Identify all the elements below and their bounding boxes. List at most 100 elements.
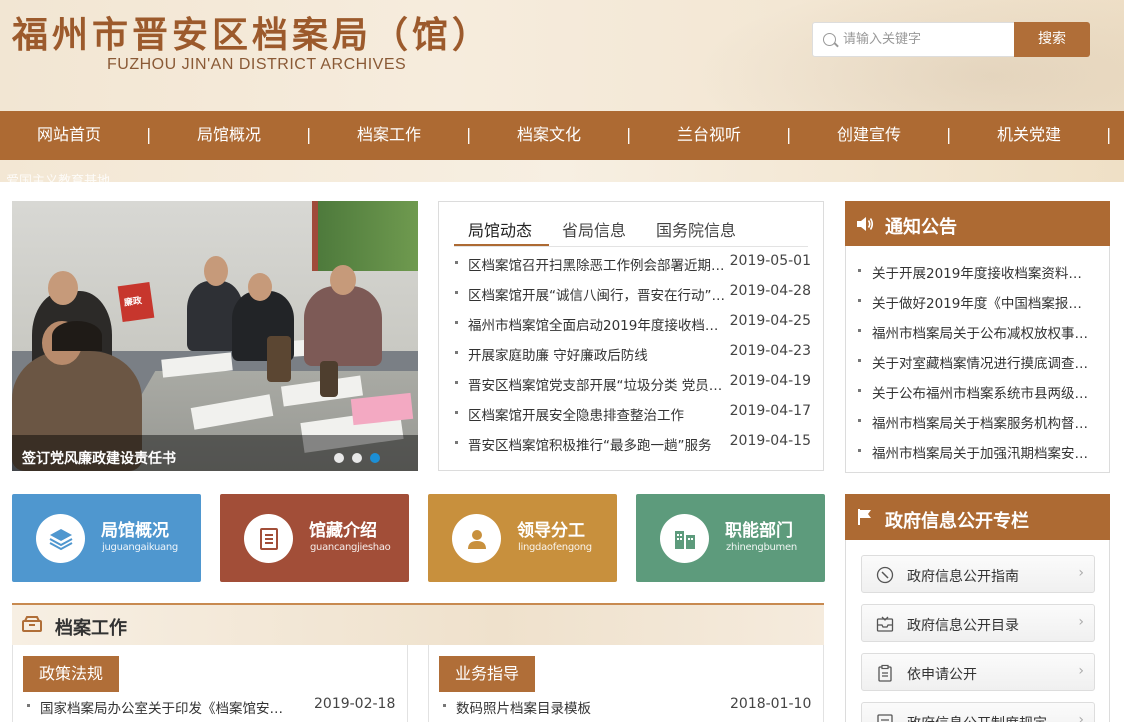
gov-info-apply-button[interactable]: 依申请公开 › (861, 653, 1095, 691)
tile-icon-circle (452, 514, 501, 563)
notice-item[interactable]: 关于做好2019年度《中国档案报》征订工作的通知 (858, 290, 1098, 312)
slide-photo-person (52, 321, 102, 351)
notice-item[interactable]: 福州市档案局关于公布减权放权事项清单的通知 (858, 320, 1098, 342)
policy-item-title[interactable]: 国家档案局办公室关于印发《档案馆安全风险评估规范》的通知 (40, 697, 295, 717)
nav-item-home[interactable]: 网站首页 (4, 111, 134, 160)
notice-item-title[interactable]: 关于做好2019年度《中国档案报》征订工作的通知 (872, 292, 1094, 312)
guidance-item-title[interactable]: 数码照片档案目录模板 (456, 697, 711, 717)
site-subtitle: FUZHOU JIN'AN DISTRICT ARCHIVES (107, 56, 407, 73)
slider-dot-active[interactable] (370, 453, 380, 463)
slide-photo-person (48, 271, 78, 305)
policy-item[interactable]: 国家档案局办公室关于印发《档案馆安全风险评估规范》的通知 2019-02-18 (27, 696, 399, 717)
slide-photo-person (248, 273, 272, 301)
slider-dot[interactable] (352, 453, 362, 463)
news-item[interactable]: 晋安区档案馆党支部开展“垃圾分类 党员先行”活动 2019-04-19 (455, 372, 811, 394)
policy-panel: 政策法规 国家档案局办公室关于印发《档案馆安全风险评估规范》的通知 2019-0… (12, 645, 408, 722)
gov-info-header: 政府信息公开专栏 (845, 494, 1110, 540)
tile-leadership[interactable]: 领导分工 lingdaofengong (428, 494, 617, 582)
news-title[interactable]: 晋安区档案馆党支部开展“垃圾分类 党员先行”活动 (468, 374, 730, 394)
notice-item[interactable]: 关于对室藏档案情况进行摸底调查的通知 (858, 350, 1098, 372)
gov-info-item-label: 政府信息公开目录 (907, 618, 1019, 634)
notice-item[interactable]: 福州市档案局关于档案服务机构督查情况的通报 (858, 410, 1098, 432)
inbox-icon (876, 616, 894, 632)
bullet (858, 269, 861, 272)
slide-photo-sign: 廉政 (117, 281, 155, 323)
nav-item-archive-culture[interactable]: 档案文化 (484, 111, 614, 160)
slide-photo-person (304, 286, 382, 366)
notice-item[interactable]: 关于开展2019年度接收档案资料进馆工作的通知 (858, 260, 1098, 282)
chevron-right-icon: › (1078, 712, 1084, 722)
archive-work-section: 档案工作 (12, 603, 824, 645)
news-item[interactable]: 晋安区档案馆积极推行“最多跑一趟”服务 2019-04-15 (455, 432, 811, 454)
tile-overview[interactable]: 局馆概况 juguangaikuang (12, 494, 201, 582)
notice-item[interactable]: 福州市档案局关于加强汛期档案安全工作的通知 (858, 440, 1098, 462)
slider-dot[interactable] (334, 453, 344, 463)
notice-item-title[interactable]: 福州市档案局关于公布减权放权事项清单的通知 (872, 322, 1094, 342)
news-title[interactable]: 区档案馆开展“诚信八闽行，晋安在行动”活动 (468, 284, 730, 304)
news-title[interactable]: 开展家庭助廉 守好廉政后防线 (468, 344, 730, 364)
tab-policy[interactable]: 政策法规 (23, 656, 120, 692)
nav-separator: | (786, 125, 792, 144)
nav-item-overview[interactable]: 局馆概况 (164, 111, 294, 160)
guidance-panel: 业务指导 数码照片档案目录模板 2018-01-10 (428, 645, 824, 722)
tile-icon-circle (660, 514, 709, 563)
news-title[interactable]: 区档案馆开展安全隐患排查整治工作 (468, 404, 730, 424)
tile-collection[interactable]: 馆藏介绍 guancangjieshao (220, 494, 409, 582)
news-item[interactable]: 区档案馆开展“诚信八闽行，晋安在行动”活动 2019-04-28 (455, 282, 811, 304)
news-item[interactable]: 福州市档案馆全面启动2019年度接收档案工作 2019-04-25 (455, 312, 811, 334)
slide-photo-thermos (320, 361, 338, 397)
bullet (455, 291, 458, 294)
notice-item-title[interactable]: 关于公布福州市档案系统市县两级权责清单的通知 (872, 382, 1094, 402)
nav-separator: | (626, 125, 632, 144)
tab-guidance[interactable]: 业务指导 (439, 656, 536, 692)
notice-item-title[interactable]: 关于对室藏档案情况进行摸底调查的通知 (872, 352, 1094, 372)
nav-item-party[interactable]: 机关党建 (964, 111, 1094, 160)
news-title[interactable]: 区档案馆召开扫黑除恶工作例会部署近期工作 (468, 254, 730, 274)
slide-photo-thermos (267, 336, 291, 382)
site-title[interactable]: 福州市晋安区档案局（馆） (12, 6, 492, 58)
tab-province-info[interactable]: 省局信息 (562, 217, 626, 241)
notice-item-title[interactable]: 福州市档案局关于加强汛期档案安全工作的通知 (872, 442, 1094, 462)
tile-icon-circle (244, 514, 293, 563)
gov-info-title[interactable]: 政府信息公开专栏 (885, 507, 1029, 533)
slider-caption[interactable]: 签订党风廉政建设责任书 (22, 448, 176, 468)
gov-info-item-label: 政府信息公开指南 (907, 569, 1019, 585)
nav-item-publicity[interactable]: 创建宣传 (804, 111, 934, 160)
search-input[interactable] (843, 23, 1013, 56)
notice-item-title[interactable]: 福州市档案局关于档案服务机构督查情况的通报 (872, 412, 1094, 432)
bullet (27, 704, 30, 707)
nav-item-media[interactable]: 兰台视听 (644, 111, 774, 160)
notice-header: 通知公告 (845, 201, 1110, 246)
slide-photo-window (312, 201, 418, 271)
bullet (443, 704, 446, 707)
building-icon (675, 531, 695, 549)
gov-info-catalog-button[interactable]: 政府信息公开目录 › (861, 604, 1095, 642)
notice-title[interactable]: 通知公告 (885, 213, 957, 239)
search-button[interactable]: 搜索 (1014, 22, 1090, 57)
speaker-icon (857, 217, 874, 231)
nav-item-archive-work[interactable]: 档案工作 (324, 111, 454, 160)
notice-panel: 通知公告 关于开展2019年度接收档案资料进馆工作的通知 关于做好2019年度《… (845, 201, 1110, 473)
tab-state-council-info[interactable]: 国务院信息 (656, 217, 736, 241)
guidance-item[interactable]: 数码照片档案目录模板 2018-01-10 (443, 696, 815, 717)
news-date: 2019-04-23 (729, 343, 811, 359)
search-box[interactable] (812, 22, 1014, 57)
gov-info-rules-button[interactable]: 政府信息公开制度规定 › (861, 702, 1095, 722)
gov-info-panel: 政府信息公开专栏 政府信息公开指南 › 政府信息公开目录 › 依申请公开 › › (845, 494, 1110, 722)
news-title[interactable]: 晋安区档案馆积极推行“最多跑一趟”服务 (468, 434, 730, 454)
tile-departments[interactable]: 职能部门 zhinengbumen (636, 494, 825, 582)
news-item[interactable]: 区档案馆开展安全隐患排查整治工作 2019-04-17 (455, 402, 811, 424)
notice-item[interactable]: 关于公布福州市档案系统市县两级权责清单的通知 (858, 380, 1098, 402)
archive-work-title[interactable]: 档案工作 (55, 614, 127, 640)
news-item[interactable]: 区档案馆召开扫黑除恶工作例会部署近期工作 2019-05-01 (455, 252, 811, 274)
gov-info-guide-button[interactable]: 政府信息公开指南 › (861, 555, 1095, 593)
notice-item-title[interactable]: 关于开展2019年度接收档案资料进馆工作的通知 (872, 262, 1094, 282)
list-icon (877, 714, 893, 722)
chevron-right-icon: › (1078, 663, 1084, 679)
archive-box-icon (22, 616, 42, 632)
tab-bureau-news[interactable]: 局馆动态 (468, 217, 532, 241)
news-title[interactable]: 福州市档案馆全面启动2019年度接收档案工作 (468, 314, 730, 334)
news-item[interactable]: 开展家庭助廉 守好廉政后防线 2019-04-23 (455, 342, 811, 364)
image-slider[interactable]: 廉政 签订党风廉政建设责任书 (12, 201, 418, 471)
site-header: 福州市晋安区档案局（馆） FUZHOU JIN'AN DISTRICT ARCH… (0, 0, 1124, 111)
